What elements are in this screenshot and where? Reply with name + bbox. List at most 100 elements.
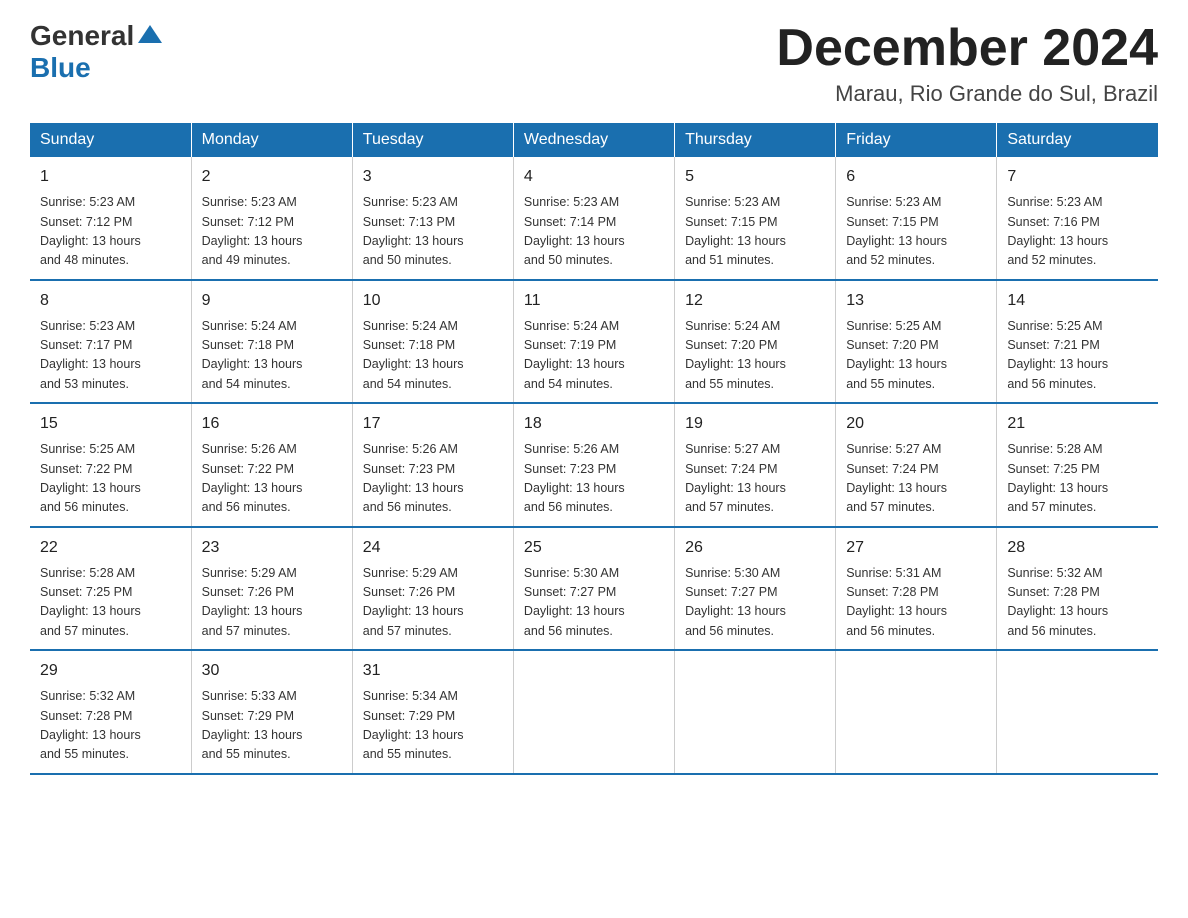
day-info: Sunrise: 5:28 AMSunset: 7:25 PMDaylight:… [1007, 440, 1148, 518]
calendar-cell: 26 Sunrise: 5:30 AMSunset: 7:27 PMDayligh… [675, 527, 836, 651]
calendar-cell: 19 Sunrise: 5:27 AMSunset: 7:24 PMDayligh… [675, 403, 836, 527]
calendar-table: Sunday Monday Tuesday Wednesday Thursday… [30, 123, 1158, 775]
logo-triangle-icon [138, 25, 162, 43]
calendar-week-row: 29 Sunrise: 5:32 AMSunset: 7:28 PMDayligh… [30, 650, 1158, 774]
day-number: 28 [1007, 536, 1148, 560]
calendar-cell: 14 Sunrise: 5:25 AMSunset: 7:21 PMDayligh… [997, 280, 1158, 404]
day-number: 24 [363, 536, 503, 560]
day-number: 18 [524, 412, 664, 436]
calendar-cell: 17 Sunrise: 5:26 AMSunset: 7:23 PMDayligh… [352, 403, 513, 527]
calendar-cell: 15Sunrise: 5:25 AMSunset: 7:22 PMDayligh… [30, 403, 191, 527]
day-number: 2 [202, 165, 342, 189]
calendar-cell: 31 Sunrise: 5:34 AMSunset: 7:29 PMDayligh… [352, 650, 513, 774]
logo-general-text: General [30, 20, 134, 52]
day-info: Sunrise: 5:23 AMSunset: 7:14 PMDaylight:… [524, 193, 664, 271]
calendar-cell: 28 Sunrise: 5:32 AMSunset: 7:28 PMDayligh… [997, 527, 1158, 651]
day-info: Sunrise: 5:23 AMSunset: 7:12 PMDaylight:… [202, 193, 342, 271]
day-info: Sunrise: 5:34 AMSunset: 7:29 PMDaylight:… [363, 687, 503, 765]
calendar-cell: 21 Sunrise: 5:28 AMSunset: 7:25 PMDayligh… [997, 403, 1158, 527]
calendar-cell [836, 650, 997, 774]
day-info: Sunrise: 5:23 AMSunset: 7:15 PMDaylight:… [846, 193, 986, 271]
day-info: Sunrise: 5:26 AMSunset: 7:23 PMDaylight:… [524, 440, 664, 518]
day-info: Sunrise: 5:25 AMSunset: 7:21 PMDaylight:… [1007, 317, 1148, 395]
day-info: Sunrise: 5:24 AMSunset: 7:20 PMDaylight:… [685, 317, 825, 395]
day-number: 22 [40, 536, 181, 560]
day-info: Sunrise: 5:28 AMSunset: 7:25 PMDaylight:… [40, 564, 181, 642]
day-number: 5 [685, 165, 825, 189]
calendar-week-row: 15Sunrise: 5:25 AMSunset: 7:22 PMDayligh… [30, 403, 1158, 527]
header-monday: Monday [191, 123, 352, 157]
calendar-cell: 22 Sunrise: 5:28 AMSunset: 7:25 PMDayligh… [30, 527, 191, 651]
day-info: Sunrise: 5:23 AMSunset: 7:17 PMDaylight:… [40, 317, 181, 395]
day-number: 30 [202, 659, 342, 683]
day-number: 25 [524, 536, 664, 560]
calendar-cell: 8Sunrise: 5:23 AMSunset: 7:17 PMDaylight… [30, 280, 191, 404]
day-number: 26 [685, 536, 825, 560]
day-info: Sunrise: 5:24 AMSunset: 7:18 PMDaylight:… [202, 317, 342, 395]
day-number: 31 [363, 659, 503, 683]
day-info: Sunrise: 5:23 AMSunset: 7:13 PMDaylight:… [363, 193, 503, 271]
day-number: 23 [202, 536, 342, 560]
day-number: 20 [846, 412, 986, 436]
calendar-cell: 27Sunrise: 5:31 AMSunset: 7:28 PMDayligh… [836, 527, 997, 651]
day-number: 14 [1007, 289, 1148, 313]
calendar-cell [513, 650, 674, 774]
day-info: Sunrise: 5:23 AMSunset: 7:12 PMDaylight:… [40, 193, 181, 271]
day-number: 13 [846, 289, 986, 313]
calendar-cell: 12Sunrise: 5:24 AMSunset: 7:20 PMDayligh… [675, 280, 836, 404]
header-friday: Friday [836, 123, 997, 157]
day-info: Sunrise: 5:24 AMSunset: 7:18 PMDaylight:… [363, 317, 503, 395]
calendar-cell: 6 Sunrise: 5:23 AMSunset: 7:15 PMDaylight… [836, 157, 997, 280]
calendar-cell: 4 Sunrise: 5:23 AMSunset: 7:14 PMDaylight… [513, 157, 674, 280]
calendar-cell [997, 650, 1158, 774]
day-number: 16 [202, 412, 342, 436]
calendar-cell: 18 Sunrise: 5:26 AMSunset: 7:23 PMDayligh… [513, 403, 674, 527]
day-info: Sunrise: 5:29 AMSunset: 7:26 PMDaylight:… [363, 564, 503, 642]
calendar-cell: 30 Sunrise: 5:33 AMSunset: 7:29 PMDayligh… [191, 650, 352, 774]
day-info: Sunrise: 5:32 AMSunset: 7:28 PMDaylight:… [1007, 564, 1148, 642]
day-number: 27 [846, 536, 986, 560]
calendar-cell: 5 Sunrise: 5:23 AMSunset: 7:15 PMDaylight… [675, 157, 836, 280]
day-info: Sunrise: 5:26 AMSunset: 7:23 PMDaylight:… [363, 440, 503, 518]
header-tuesday: Tuesday [352, 123, 513, 157]
day-number: 10 [363, 289, 503, 313]
day-number: 4 [524, 165, 664, 189]
calendar-cell [675, 650, 836, 774]
day-info: Sunrise: 5:32 AMSunset: 7:28 PMDaylight:… [40, 687, 181, 765]
calendar-cell: 10 Sunrise: 5:24 AMSunset: 7:18 PMDayligh… [352, 280, 513, 404]
day-number: 21 [1007, 412, 1148, 436]
day-number: 6 [846, 165, 986, 189]
day-number: 1 [40, 165, 181, 189]
day-info: Sunrise: 5:27 AMSunset: 7:24 PMDaylight:… [685, 440, 825, 518]
calendar-week-row: 1 Sunrise: 5:23 AMSunset: 7:12 PMDaylight… [30, 157, 1158, 280]
day-info: Sunrise: 5:23 AMSunset: 7:16 PMDaylight:… [1007, 193, 1148, 271]
day-number: 9 [202, 289, 342, 313]
month-title: December 2024 [776, 20, 1158, 77]
calendar-cell: 16 Sunrise: 5:26 AMSunset: 7:22 PMDayligh… [191, 403, 352, 527]
day-number: 11 [524, 289, 664, 313]
day-info: Sunrise: 5:26 AMSunset: 7:22 PMDaylight:… [202, 440, 342, 518]
day-info: Sunrise: 5:30 AMSunset: 7:27 PMDaylight:… [524, 564, 664, 642]
calendar-cell: 2 Sunrise: 5:23 AMSunset: 7:12 PMDaylight… [191, 157, 352, 280]
day-number: 29 [40, 659, 181, 683]
calendar-cell: 3Sunrise: 5:23 AMSunset: 7:13 PMDaylight… [352, 157, 513, 280]
day-info: Sunrise: 5:29 AMSunset: 7:26 PMDaylight:… [202, 564, 342, 642]
logo-blue-text: Blue [30, 52, 91, 83]
title-area: December 2024 Marau, Rio Grande do Sul, … [776, 20, 1158, 107]
calendar-cell: 20 Sunrise: 5:27 AMSunset: 7:24 PMDayligh… [836, 403, 997, 527]
day-number: 17 [363, 412, 503, 436]
header-wednesday: Wednesday [513, 123, 674, 157]
day-info: Sunrise: 5:23 AMSunset: 7:15 PMDaylight:… [685, 193, 825, 271]
header-thursday: Thursday [675, 123, 836, 157]
calendar-cell: 24 Sunrise: 5:29 AMSunset: 7:26 PMDayligh… [352, 527, 513, 651]
day-info: Sunrise: 5:33 AMSunset: 7:29 PMDaylight:… [202, 687, 342, 765]
calendar-cell: 23 Sunrise: 5:29 AMSunset: 7:26 PMDayligh… [191, 527, 352, 651]
day-info: Sunrise: 5:27 AMSunset: 7:24 PMDaylight:… [846, 440, 986, 518]
day-info: Sunrise: 5:24 AMSunset: 7:19 PMDaylight:… [524, 317, 664, 395]
calendar-week-row: 8Sunrise: 5:23 AMSunset: 7:17 PMDaylight… [30, 280, 1158, 404]
calendar-week-row: 22 Sunrise: 5:28 AMSunset: 7:25 PMDayligh… [30, 527, 1158, 651]
calendar-cell: 25 Sunrise: 5:30 AMSunset: 7:27 PMDayligh… [513, 527, 674, 651]
calendar-cell: 9 Sunrise: 5:24 AMSunset: 7:18 PMDaylight… [191, 280, 352, 404]
day-number: 19 [685, 412, 825, 436]
day-info: Sunrise: 5:30 AMSunset: 7:27 PMDaylight:… [685, 564, 825, 642]
